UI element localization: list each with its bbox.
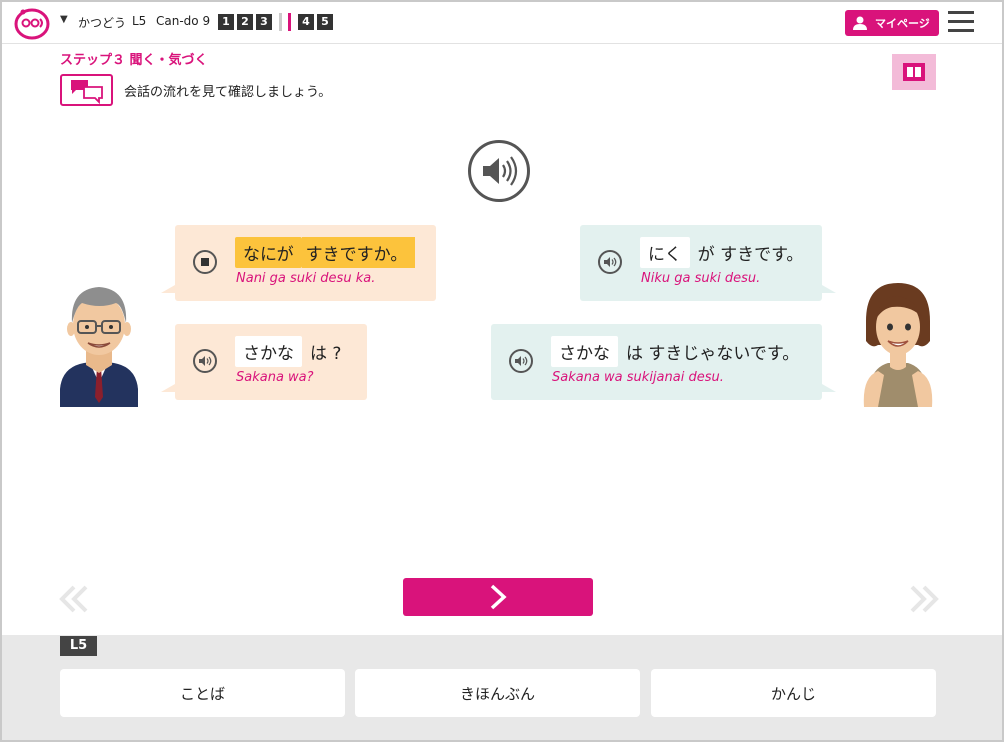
dialogue-romaji: Niku ga suki desu. bbox=[641, 271, 761, 286]
double-chevron-right-icon[interactable] bbox=[906, 584, 940, 614]
lesson-label: かつどう bbox=[78, 16, 127, 30]
mypage-button[interactable]: マイページ bbox=[845, 10, 939, 36]
speaker-icon bbox=[483, 156, 518, 186]
step-title: ステップ３ 聞く・気づく bbox=[60, 53, 208, 68]
kotoba-button[interactable]: ことば bbox=[60, 669, 345, 717]
man-character-avatar bbox=[60, 287, 138, 407]
play-audio-button[interactable] bbox=[193, 349, 217, 373]
speaker-icon bbox=[199, 356, 212, 366]
logo-icon[interactable] bbox=[14, 7, 50, 40]
kihonbun-button[interactable]: きほんぶん bbox=[355, 669, 640, 717]
play-audio-button[interactable] bbox=[509, 349, 533, 373]
cando-label: Can-do 9 bbox=[156, 14, 211, 28]
dialogue-word: なにが bbox=[235, 237, 302, 268]
speaker-icon bbox=[604, 257, 617, 267]
step-1-button[interactable]: 1 bbox=[218, 14, 234, 30]
dialogue-sentence: は すきじゃないです。 bbox=[626, 344, 800, 364]
step-divider bbox=[279, 13, 282, 31]
current-step-marker bbox=[288, 13, 291, 31]
top-header: ▼ かつどう L5 Can-do 9 1 2 3 4 5 マイページ bbox=[2, 2, 1002, 44]
dialogue-romaji: Sakana wa sukijanai desu. bbox=[552, 370, 724, 385]
next-button[interactable] bbox=[403, 578, 593, 616]
stop-icon bbox=[201, 258, 209, 266]
kanji-button[interactable]: かんじ bbox=[651, 669, 936, 717]
mypage-label: マイページ bbox=[875, 17, 930, 30]
dialogue-word: にく bbox=[640, 237, 690, 268]
chevron-right-icon bbox=[490, 584, 507, 610]
step-3-button[interactable]: 3 bbox=[256, 14, 272, 30]
person-icon bbox=[853, 16, 867, 30]
stop-audio-button[interactable] bbox=[193, 250, 217, 274]
lesson-tag: L5 bbox=[60, 636, 97, 656]
dialogue-bubble-1[interactable]: なにが すきですか。 Nani ga suki desu ka. bbox=[161, 225, 436, 301]
lesson-dropdown-caret[interactable]: ▼ bbox=[60, 14, 68, 25]
dialogue-word: さかな bbox=[235, 336, 302, 367]
dialogue-sentence: が すきです。 bbox=[697, 245, 804, 265]
speaker-icon bbox=[515, 356, 528, 366]
dialogue-word: さかな bbox=[551, 336, 618, 367]
dialogue-romaji: Nani ga suki desu ka. bbox=[236, 271, 376, 286]
dialogue-bubble-4[interactable]: さかな は すきじゃないです。 Sakana wa sukijanai desu… bbox=[491, 324, 836, 400]
double-chevron-left-icon[interactable] bbox=[58, 584, 92, 614]
lesson-code: L5 bbox=[132, 14, 147, 28]
dialogue-romaji: Sakana wa? bbox=[236, 370, 314, 385]
book-icon[interactable] bbox=[892, 54, 936, 90]
dialogue-sentence: は ? bbox=[310, 344, 342, 364]
dialogue-sentence: すきですか。 bbox=[301, 237, 416, 268]
step-4-button[interactable]: 4 bbox=[298, 14, 314, 30]
step-2-button[interactable]: 2 bbox=[237, 14, 253, 30]
dialogue-bubble-3[interactable]: さかな は ? Sakana wa? bbox=[161, 324, 367, 400]
play-all-speaker-button[interactable] bbox=[468, 140, 530, 202]
play-audio-button[interactable] bbox=[598, 250, 622, 274]
hamburger-menu-icon[interactable] bbox=[948, 11, 974, 35]
woman-character-avatar bbox=[863, 283, 933, 407]
step-5-button[interactable]: 5 bbox=[317, 14, 333, 30]
dialogue-bubble-2[interactable]: にく が すきです。 Niku ga suki desu. bbox=[580, 225, 836, 301]
conversation-icon bbox=[60, 74, 113, 106]
instruction-text: 会話の流れを見て確認しましょう。 bbox=[124, 85, 332, 100]
